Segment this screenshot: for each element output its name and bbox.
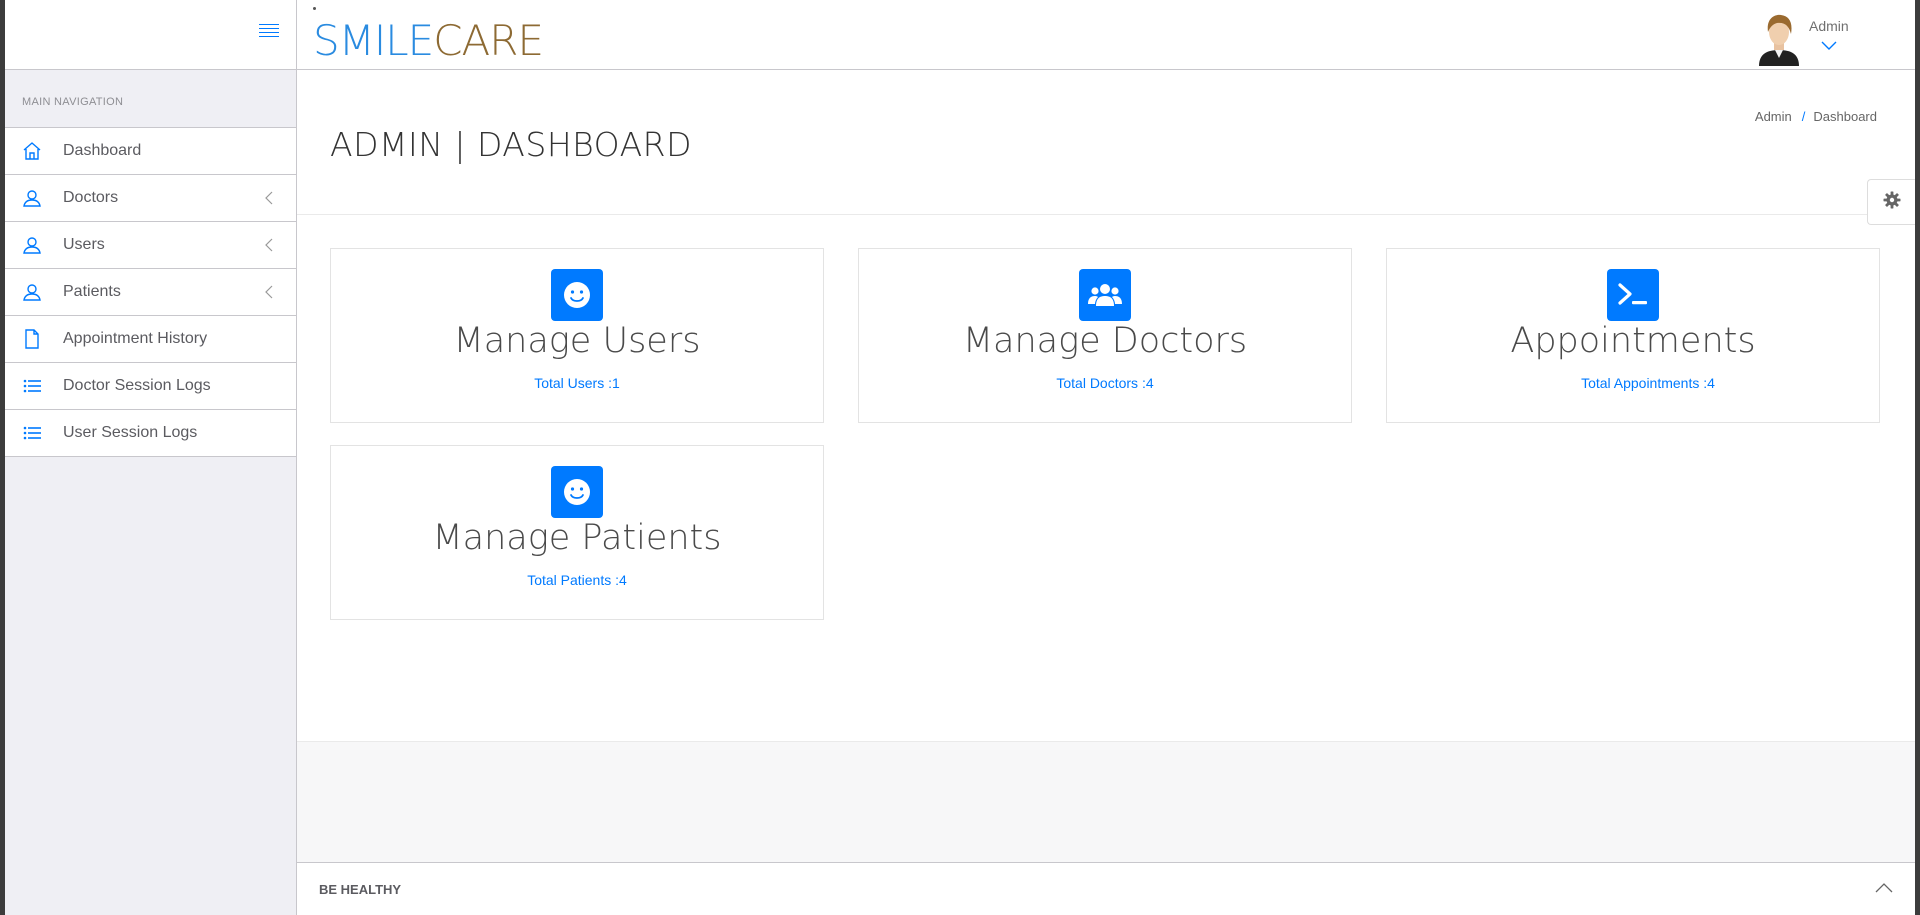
sidebar-item-label: Users [63,236,105,253]
card-appointments: Appointments Total Appointments :4 [1386,248,1880,423]
sidebar-item-label: Doctors [63,189,119,206]
breadcrumb: Admin / Dashboard [1755,109,1877,124]
breadcrumb-item-admin[interactable]: Admin [1755,109,1792,124]
breadcrumb-item-dashboard: Dashboard [1813,109,1877,124]
chevron-left-icon[interactable] [263,238,275,252]
card-manage-doctors: Manage Doctors Total Doctors :4 [858,248,1352,423]
chevron-up-icon[interactable] [1875,881,1893,895]
sidebar-item-doctors[interactable]: Doctors [5,175,296,222]
sidebar-item-patients[interactable]: Patients [5,269,296,316]
card-manage-patients: Manage Patients Total Patients :4 [330,445,824,620]
user-icon [22,188,42,208]
sidebar-item-users[interactable]: Users [5,222,296,269]
card-title: Manage Users [453,321,701,361]
list-icon [22,376,42,396]
top-navbar: SMILECARE Admin [297,0,1915,70]
card-link[interactable]: Total Appointments :4 [1417,375,1879,391]
card-link[interactable]: Total Doctors :4 [859,375,1351,391]
dashboard-cards: Manage Users Total Users :1 Manage Docto… [297,215,1915,681]
sidebar-item-dashboard[interactable]: Dashboard [5,128,296,175]
sidebar-item-label: User Session Logs [63,424,198,441]
card-link[interactable]: Total Users :1 [331,375,823,391]
sidebar-header [5,0,296,70]
brand-logo[interactable]: SMILECARE [313,16,544,65]
card-title: Manage Doctors [962,321,1248,361]
smile-icon [551,269,603,321]
smile-icon [551,466,603,518]
user-menu[interactable]: Admin [1755,10,1865,66]
sidebar-nav: Dashboard Doctors Users Patients Appoint… [5,127,296,457]
sidebar-item-label: Dashboard [63,142,142,159]
gear-icon [1883,191,1901,214]
card-link[interactable]: Total Patients :4 [331,572,823,588]
chevron-down-icon[interactable] [1821,38,1837,50]
breadcrumb-separator: / [1801,109,1806,124]
list-icon [22,423,42,443]
menu-toggle-icon[interactable] [259,24,279,42]
card-title: Appointments [1510,321,1756,361]
sidebar-item-label: Patients [63,283,121,300]
file-icon [22,329,42,349]
user-icon [22,282,42,302]
user-icon [22,235,42,255]
card-manage-users: Manage Users Total Users :1 [330,248,824,423]
sidebar-item-user-session-logs[interactable]: User Session Logs [5,410,296,457]
avatar [1755,10,1803,66]
decorative-dot [313,7,316,10]
brand-part-2: CARE [433,16,544,65]
footer-text: BE HEALTHY [319,882,402,897]
chevron-left-icon[interactable] [263,285,275,299]
sidebar-item-label: Appointment History [63,330,208,347]
app-window: MAIN NAVIGATION Dashboard Doctors Users … [5,0,1915,915]
user-name: Admin [1809,18,1849,34]
chevron-left-icon[interactable] [263,191,275,205]
home-icon [22,141,42,161]
sidebar-item-label: Doctor Session Logs [63,377,211,394]
sidebar-item-doctor-session-logs[interactable]: Doctor Session Logs [5,363,296,410]
sidebar: MAIN NAVIGATION Dashboard Doctors Users … [5,0,297,915]
terminal-icon [1607,269,1659,321]
nav-section-title: MAIN NAVIGATION [22,96,124,108]
sidebar-item-appointment-history[interactable]: Appointment History [5,316,296,363]
page-title: ADMIN | DASHBOARD [330,125,692,164]
brand-part-1: SMILE [313,16,434,65]
card-title: Manage Patients [432,518,722,558]
users-group-icon [1079,269,1131,321]
main-content: ADMIN | DASHBOARD Admin / Dashboard Mana… [297,71,1915,915]
page-header: ADMIN | DASHBOARD Admin / Dashboard [297,71,1915,225]
footer: BE HEALTHY [297,862,1915,915]
